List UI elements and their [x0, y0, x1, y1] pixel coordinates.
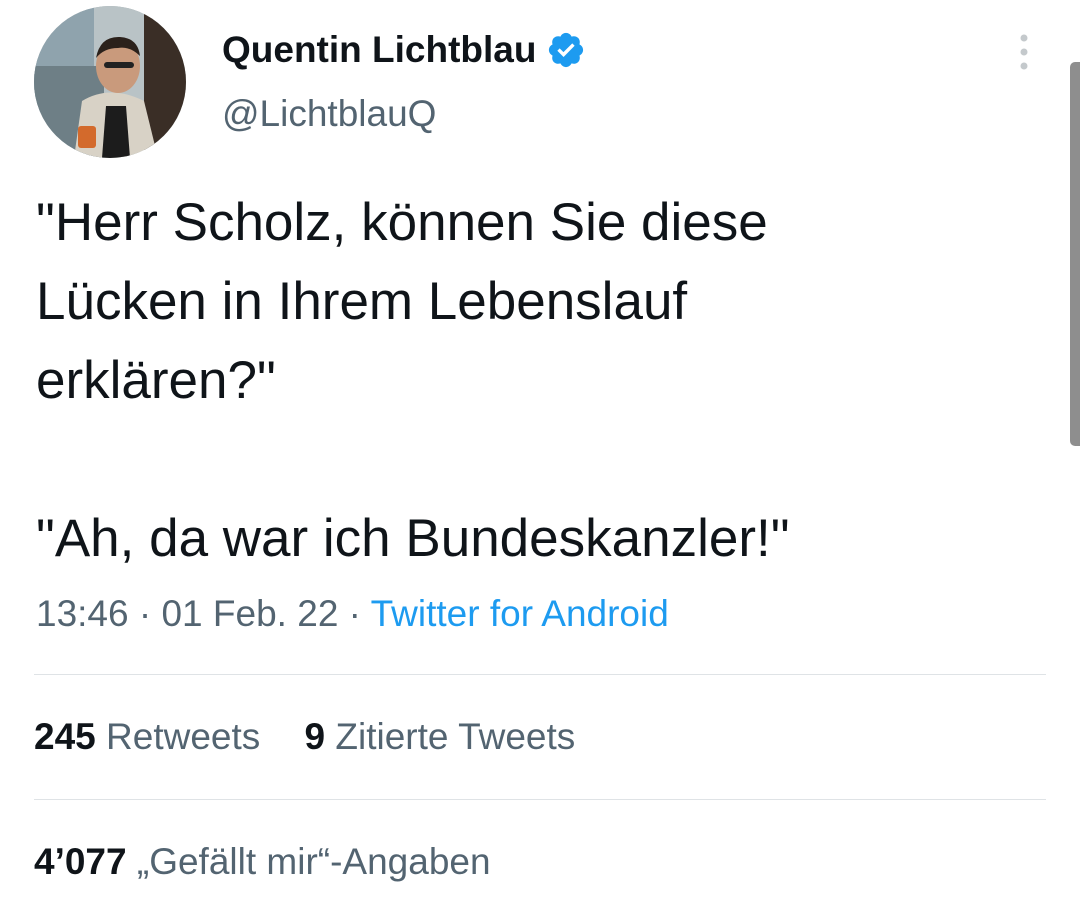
divider	[34, 674, 1046, 675]
tweet-source-link[interactable]: Twitter for Android	[371, 593, 669, 634]
likes-stat[interactable]: 4’077 „Gefällt mir“-Angaben	[34, 838, 491, 886]
retweets-stat[interactable]: 245 Retweets	[34, 713, 260, 761]
author-handle[interactable]: @LichtblauQ	[222, 90, 436, 138]
quotes-label: Zitierte Tweets	[335, 716, 576, 757]
tweet-meta: 13:46 · 01 Feb. 22 · Twitter for Android	[36, 590, 669, 638]
divider	[34, 799, 1046, 800]
quotes-count: 9	[304, 716, 326, 757]
more-vertical-icon[interactable]	[1008, 32, 1040, 72]
tweet-time[interactable]: 13:46	[36, 593, 129, 634]
scrollbar-thumb[interactable]	[1070, 62, 1080, 446]
retweets-count: 245	[34, 716, 96, 757]
meta-separator: ·	[348, 593, 361, 634]
verified-badge-icon	[546, 30, 586, 70]
tweet-date[interactable]: 01 Feb. 22	[161, 593, 338, 634]
retweets-label: Retweets	[106, 716, 261, 757]
author-display-name[interactable]: Quentin Lichtblau	[222, 26, 586, 74]
tweet-text: "Herr Scholz, können Sie diese Lücken in…	[36, 193, 790, 568]
author-avatar[interactable]	[34, 6, 186, 158]
avatar-photo	[34, 6, 186, 158]
retweet-stats: 245 Retweets 9 Zitierte Tweets	[34, 713, 575, 761]
likes-label: „Gefällt mir“-Angaben	[136, 841, 491, 882]
author-name-text: Quentin Lichtblau	[222, 29, 537, 70]
quotes-stat[interactable]: 9 Zitierte Tweets	[305, 713, 576, 761]
meta-separator: ·	[138, 593, 152, 634]
likes-count: 4’077	[34, 841, 127, 882]
